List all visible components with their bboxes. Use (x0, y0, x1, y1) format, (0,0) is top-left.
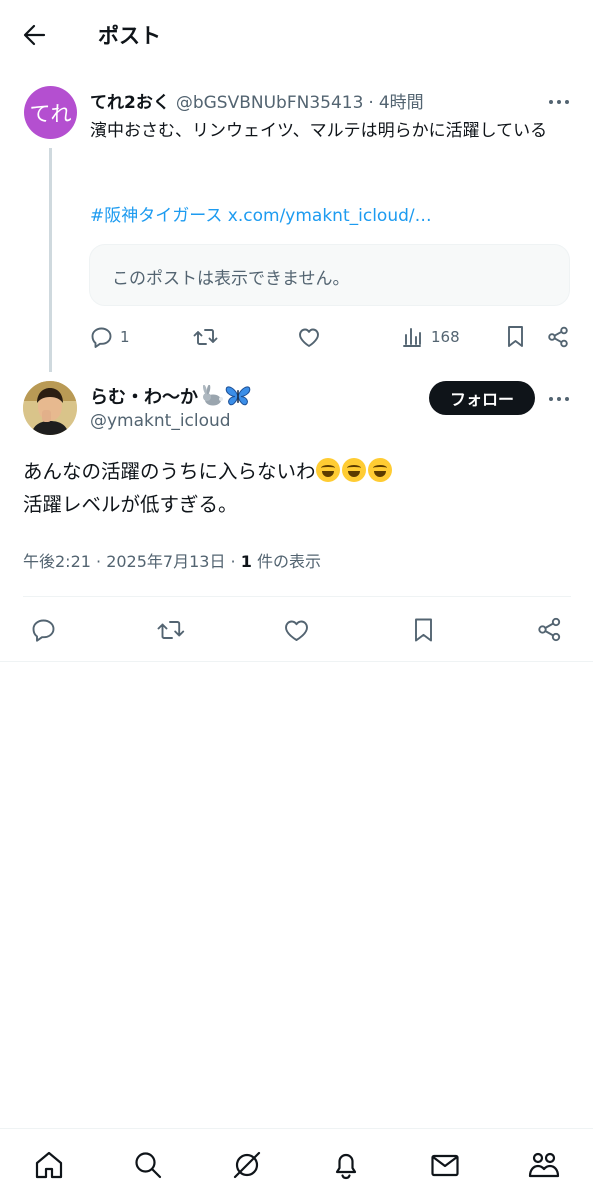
post-meta: 午後2:21 · 2025年7月13日 · 1 件の表示 (23, 548, 321, 572)
view-suffix: 件の表示 (251, 552, 321, 571)
more-icon[interactable] (548, 393, 570, 405)
rofl-emoji-icon (341, 458, 366, 482)
back-arrow-icon[interactable] (22, 22, 48, 48)
views-button[interactable]: 168 (402, 327, 460, 347)
reply-count: 1 (120, 328, 130, 346)
rofl-emoji-icon (315, 458, 340, 482)
reply-icon (90, 326, 113, 348)
views-icon (402, 327, 422, 347)
reply-button[interactable]: 1 (90, 326, 130, 348)
meta-separator: · (368, 93, 374, 113)
more-icon[interactable] (548, 96, 570, 108)
user-handle[interactable]: @ymaknt_icloud (90, 411, 231, 431)
bottom-nav (0, 1128, 593, 1200)
share-icon[interactable] (537, 617, 562, 642)
communities-icon[interactable] (527, 1149, 561, 1181)
like-icon[interactable] (297, 327, 321, 348)
grok-icon[interactable] (231, 1149, 263, 1181)
follow-button[interactable]: フォロー (429, 381, 535, 415)
post-text-line2: 活躍レベルが低すぎる。 (23, 493, 238, 516)
retweet-icon[interactable] (193, 326, 218, 348)
share-icon[interactable] (547, 326, 569, 348)
post-link[interactable]: #阪神タイガース x.com/ymaknt_icloud/… (90, 201, 432, 226)
quoted-post-unavailable[interactable]: このポストは表示できません。 (89, 244, 570, 306)
post-text: あんなの活躍のうちに入らないわ 活躍レベルが低すぎる。 (23, 455, 573, 521)
avatar-text: てれ (29, 101, 72, 126)
avatar[interactable]: てれ (24, 86, 77, 139)
avatar[interactable] (23, 381, 77, 435)
divider (0, 661, 593, 662)
divider (23, 596, 571, 597)
post-timestamp[interactable]: 午後2:21 · 2025年7月13日 · (23, 552, 241, 571)
reply-icon[interactable] (31, 618, 56, 642)
display-name[interactable]: てれ2おく (90, 88, 170, 113)
display-name[interactable]: らむ・わ〜か (90, 383, 198, 409)
like-icon[interactable] (283, 619, 310, 642)
user-handle[interactable]: @bGSVBNUbFN35413 (176, 93, 364, 113)
post-text: 濱中おさむ、リンウェイツ、マルテは明らかに活躍している (90, 121, 548, 141)
search-icon[interactable] (132, 1149, 164, 1181)
notifications-icon[interactable] (330, 1149, 362, 1181)
bookmark-icon[interactable] (506, 325, 525, 348)
messages-icon[interactable] (429, 1149, 461, 1181)
bookmark-icon[interactable] (413, 617, 434, 643)
home-icon[interactable] (33, 1149, 65, 1181)
rofl-emoji-icon (367, 458, 392, 482)
display-name-row[interactable]: らむ・わ〜か (90, 383, 251, 409)
butterfly-icon (225, 385, 251, 407)
view-count: 168 (431, 328, 460, 346)
parent-post-meta: てれ2おく @bGSVBNUbFN35413 · 4時間 (90, 88, 424, 113)
rabbit-icon (200, 385, 224, 407)
post-time[interactable]: 4時間 (379, 88, 424, 113)
quote-unavailable-text: このポストは表示できません。 (112, 269, 350, 289)
thread-line (49, 148, 52, 372)
page-title: ポスト (98, 24, 161, 48)
retweet-icon[interactable] (157, 618, 185, 642)
view-count: 1 (240, 552, 252, 571)
post-text-line1: あんなの活躍のうちに入らないわ (23, 460, 316, 483)
